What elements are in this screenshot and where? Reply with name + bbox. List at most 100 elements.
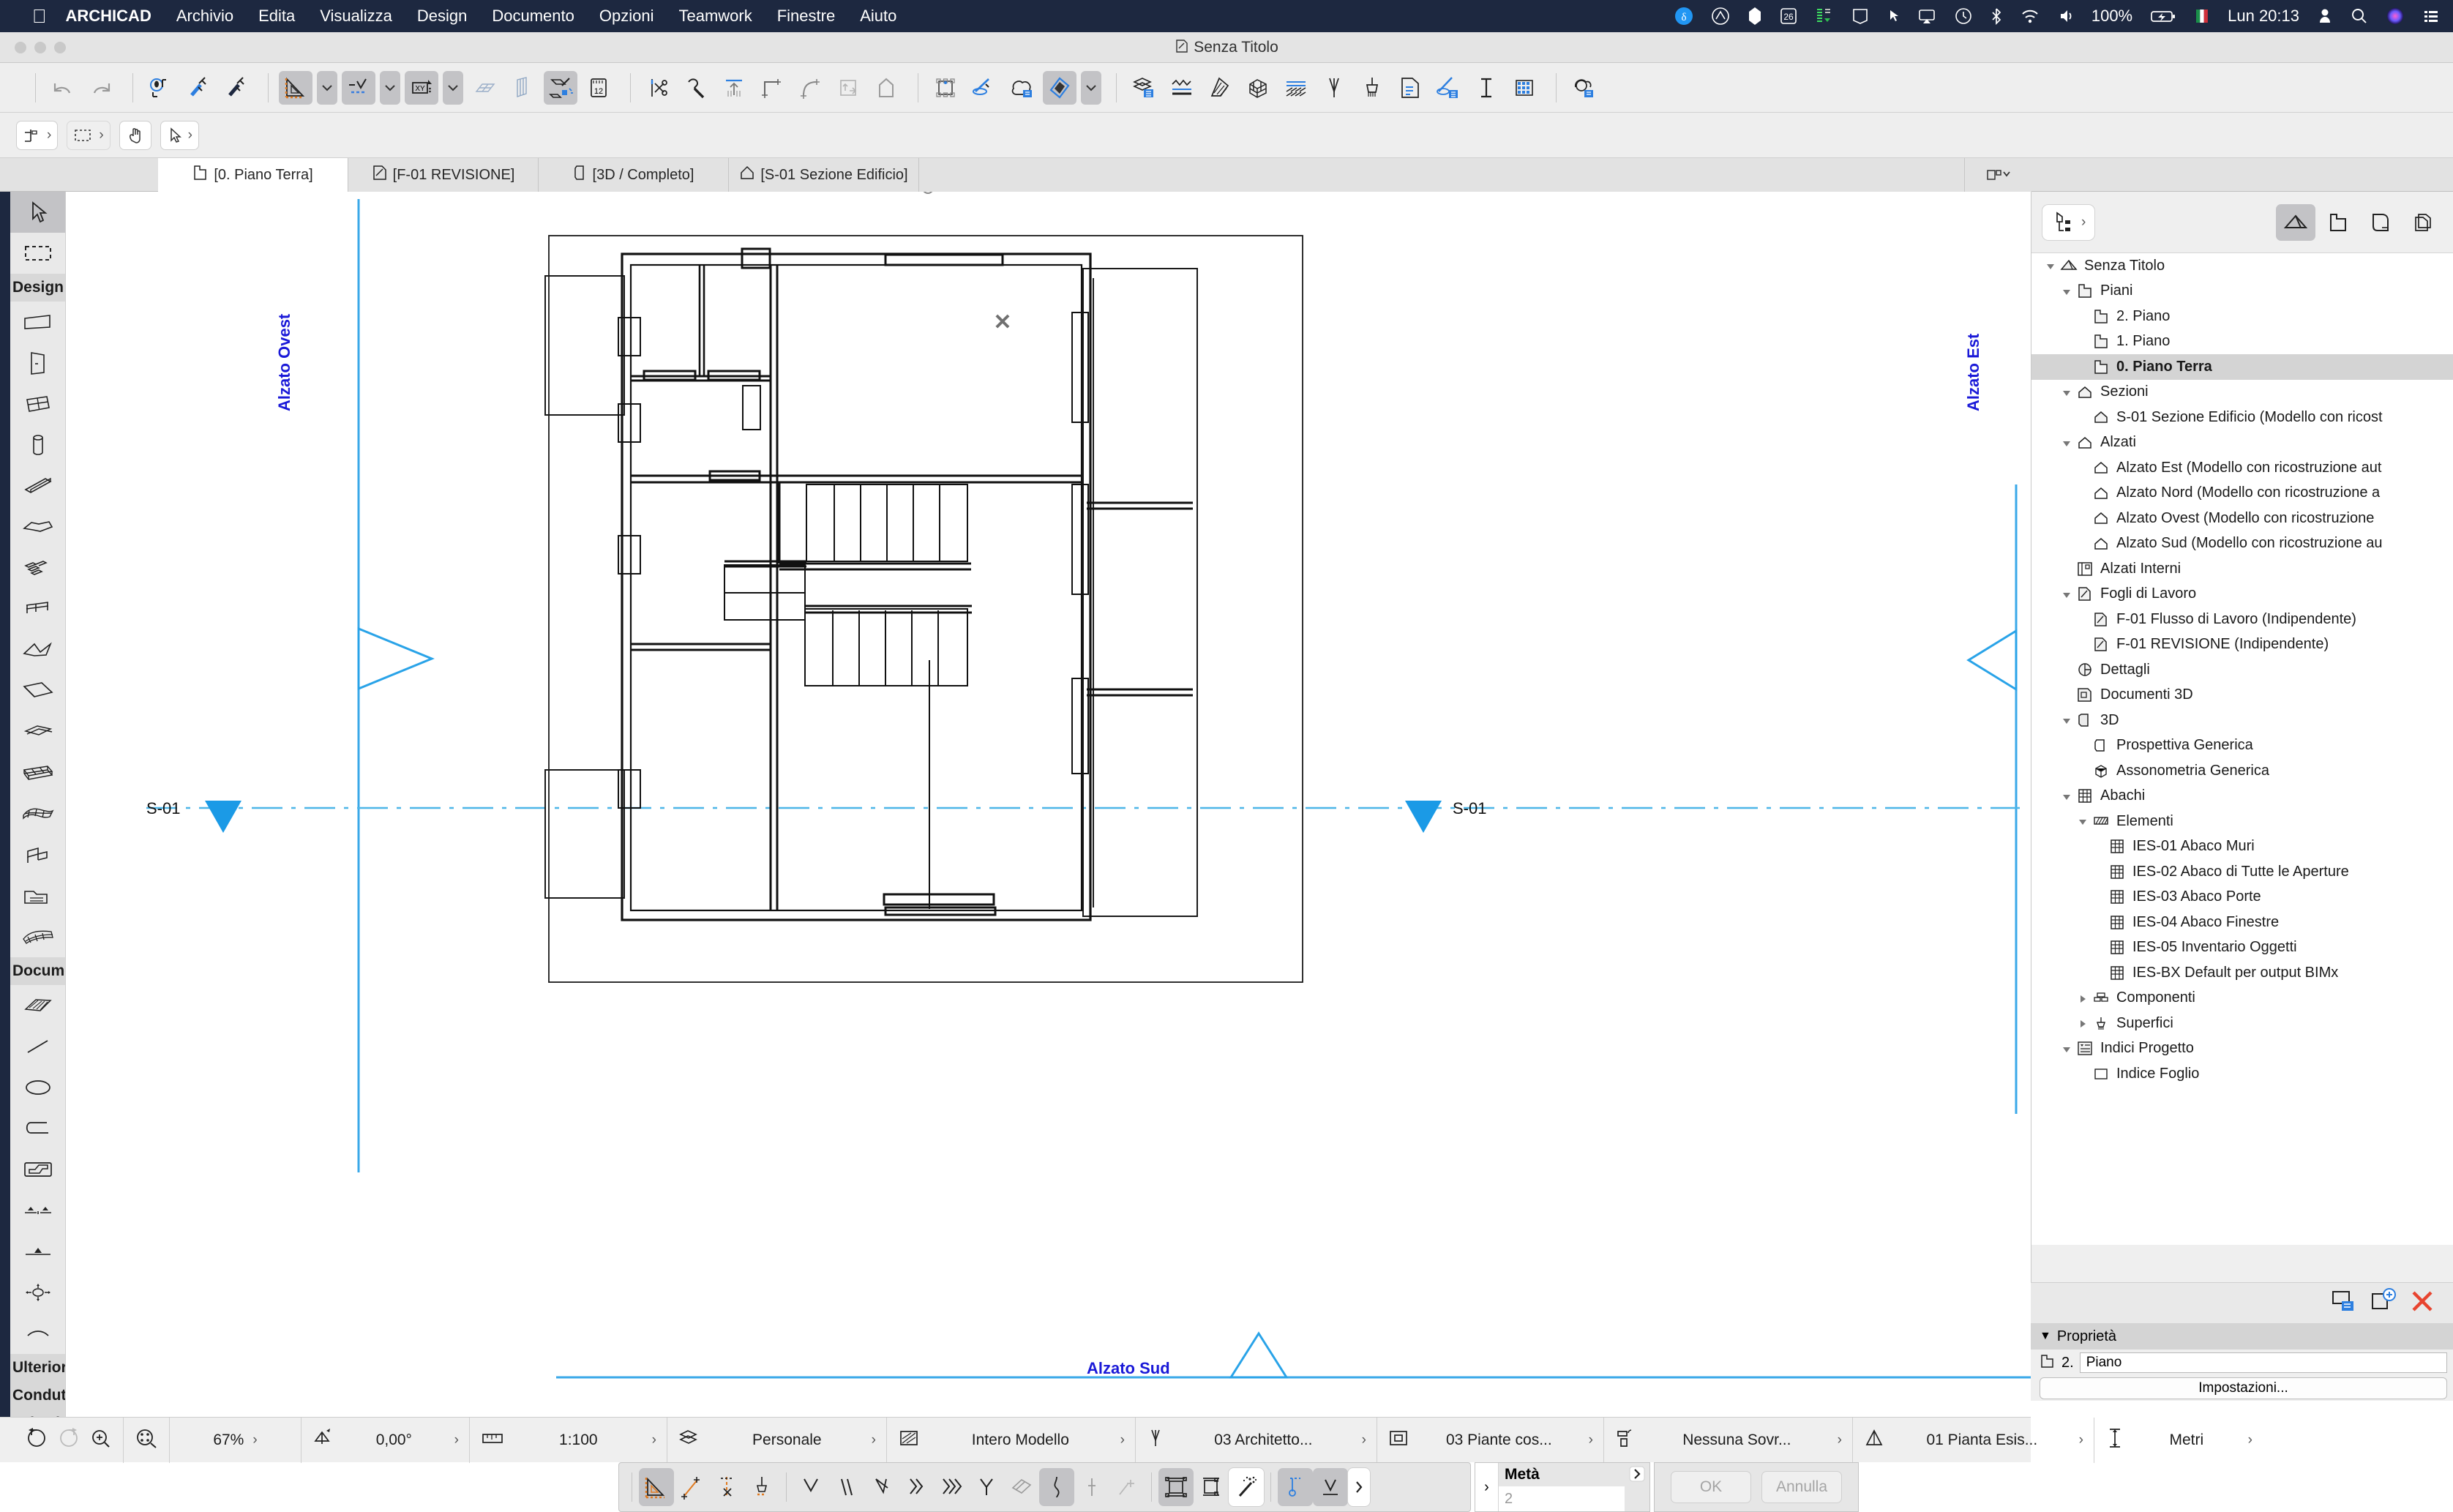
attribute-manager-icon[interactable] [1431,71,1465,105]
snap-point-2[interactable] [1074,1468,1109,1506]
chevron-right-icon[interactable]: › [454,1432,459,1448]
gravity-tool[interactable] [1313,1468,1348,1506]
morph-tool[interactable] [10,711,66,752]
slab-tool[interactable] [10,506,66,547]
view-map-button[interactable] [2318,204,2358,241]
chevron-right-icon[interactable]: › [2079,1432,2083,1448]
grid-snap-icon[interactable] [468,71,501,105]
close-x-icon[interactable] [2408,1288,2437,1318]
zoom-next-icon[interactable] [57,1427,80,1453]
tree-item[interactable]: F-01 REVISIONE (Indipendente) [2031,632,2453,658]
menu-archivio[interactable]: Archivio [176,7,233,26]
volume-icon[interactable] [2058,7,2074,26]
mesh-tool[interactable] [10,793,66,834]
tree-item[interactable]: IES-02 Abaco di Tutte le Aperture [2031,859,2453,885]
chevron-down-icon[interactable] [2061,285,2072,297]
tree-item[interactable]: Elementi [2031,809,2453,834]
airplay-icon[interactable] [1917,7,1936,26]
align-horizontal[interactable] [1158,1468,1194,1506]
chevron-down-icon[interactable] [2061,437,2072,449]
mvo-icon[interactable] [1387,1428,1409,1453]
units[interactable]: Metri › [2094,1418,2263,1463]
palette-group-ulteriori[interactable]: Ulteriori [10,1354,66,1382]
chevron-right-icon[interactable]: › [252,1432,257,1448]
tree-item[interactable]: Indici Progetto [2031,1036,2453,1062]
tree-item[interactable]: IES-05 Inventario Oggetti [2031,935,2453,961]
undo-icon[interactable] [46,71,80,105]
apple-logo-icon[interactable]:  [32,7,47,26]
level-dimension-tool[interactable] [10,1231,66,1272]
project-tree[interactable]: Senza TitoloPiani2. Piano1. Piano0. Pian… [2031,253,2453,1245]
tree-item[interactable]: S-01 Sezione Edificio (Modello con ricos… [2031,405,2453,430]
pen-set[interactable]: Personale › [667,1418,887,1463]
redo-icon[interactable] [84,71,118,105]
zone-tool[interactable] [10,875,66,916]
chevron-right-icon[interactable]: › [2081,214,2086,231]
building-materials-icon[interactable] [1393,71,1427,105]
chevron-right-icon[interactable]: › [652,1432,656,1448]
tree-item[interactable]: Alzato Nord (Modello con ricostruzione a [2031,481,2453,506]
chevron-right-icon[interactable] [2077,992,2089,1004]
chevron-down-icon[interactable] [2061,714,2072,726]
zone-categories-icon[interactable] [1508,71,1541,105]
angle-bisector-snap[interactable] [793,1468,828,1506]
ok-button[interactable]: OK [1671,1471,1751,1503]
chevron-down-icon[interactable] [2061,790,2072,802]
chevron-right-icon[interactable]: › [47,127,51,143]
chevron-right-icon[interactable]: › [1120,1432,1125,1448]
stair-tool[interactable] [10,547,66,588]
user-icon[interactable] [2317,7,2333,26]
pen-sets-icon[interactable] [1317,71,1351,105]
panel-settings-icon[interactable] [2329,1288,2358,1318]
relative-construction[interactable] [1278,1468,1313,1506]
override-icon[interactable] [1614,1427,1636,1453]
hand-chip[interactable] [119,121,151,150]
tracker-field[interactable]: Metà 2 [1499,1463,1625,1511]
chevron-down-icon[interactable] [317,71,337,105]
equalizer-icon[interactable] [1815,7,1834,26]
roof-tool[interactable] [10,629,66,670]
find-select-icon[interactable] [143,71,177,105]
model-view-options-icon[interactable] [1567,71,1600,105]
zoom-previous-icon[interactable] [25,1427,48,1453]
tree-item[interactable]: IES-03 Abaco Porte [2031,885,2453,910]
tree-item[interactable]: 3D [2031,708,2453,733]
project-map-chip[interactable]: › [2042,204,2095,241]
tracker-expand-button[interactable]: › [1475,1463,1499,1511]
fills-icon[interactable] [1203,71,1237,105]
favorites-icon[interactable] [967,71,1000,105]
palette-group-condutture[interactable]: Condutt [10,1382,66,1410]
grid-display-icon[interactable] [506,71,539,105]
fillet-icon[interactable] [793,71,827,105]
text-style-icon[interactable] [1469,71,1503,105]
section-marker-chip[interactable]: › [16,121,58,150]
beam-tool[interactable] [10,465,66,506]
orientation[interactable]: 0,00° › [302,1418,470,1463]
tree-item[interactable]: Documenti 3D [2031,683,2453,708]
coordinate-xy-icon[interactable]: XY [405,71,438,105]
project-map-button[interactable] [2276,204,2315,241]
scale-icon[interactable] [480,1429,505,1452]
drafting-plane-tool[interactable] [639,1468,674,1506]
renovation-icon[interactable] [1863,1427,1885,1453]
guide-line-tool[interactable] [674,1468,709,1506]
parallel-snap[interactable] [828,1468,864,1506]
perpendicular-snap[interactable] [864,1468,899,1506]
measure-tool-icon[interactable]: 12 [582,71,615,105]
layers-settings-icon[interactable] [1127,71,1161,105]
tree-item[interactable]: Superfici [2031,1011,2453,1036]
palette-expand-button[interactable] [1348,1468,1370,1506]
search-icon[interactable] [2351,7,2368,26]
chevron-right-icon[interactable]: › [1589,1432,1593,1448]
multiply-icon[interactable] [869,71,903,105]
terrain-tool[interactable] [10,916,66,957]
menu-aiuto[interactable]: Aiuto [860,7,896,26]
timemachine-icon[interactable] [1954,7,1973,26]
tree-item[interactable]: Prospettiva Generica [2031,733,2453,759]
tree-item[interactable]: Senza Titolo [2031,253,2453,279]
circle-tool[interactable] [10,1067,66,1108]
bluetooth-icon[interactable] [1991,7,2002,26]
guide-paint-tool[interactable] [744,1468,779,1506]
structure-display[interactable]: Intero Modello › [887,1418,1136,1463]
story-name-input[interactable]: Piano [2080,1352,2447,1373]
